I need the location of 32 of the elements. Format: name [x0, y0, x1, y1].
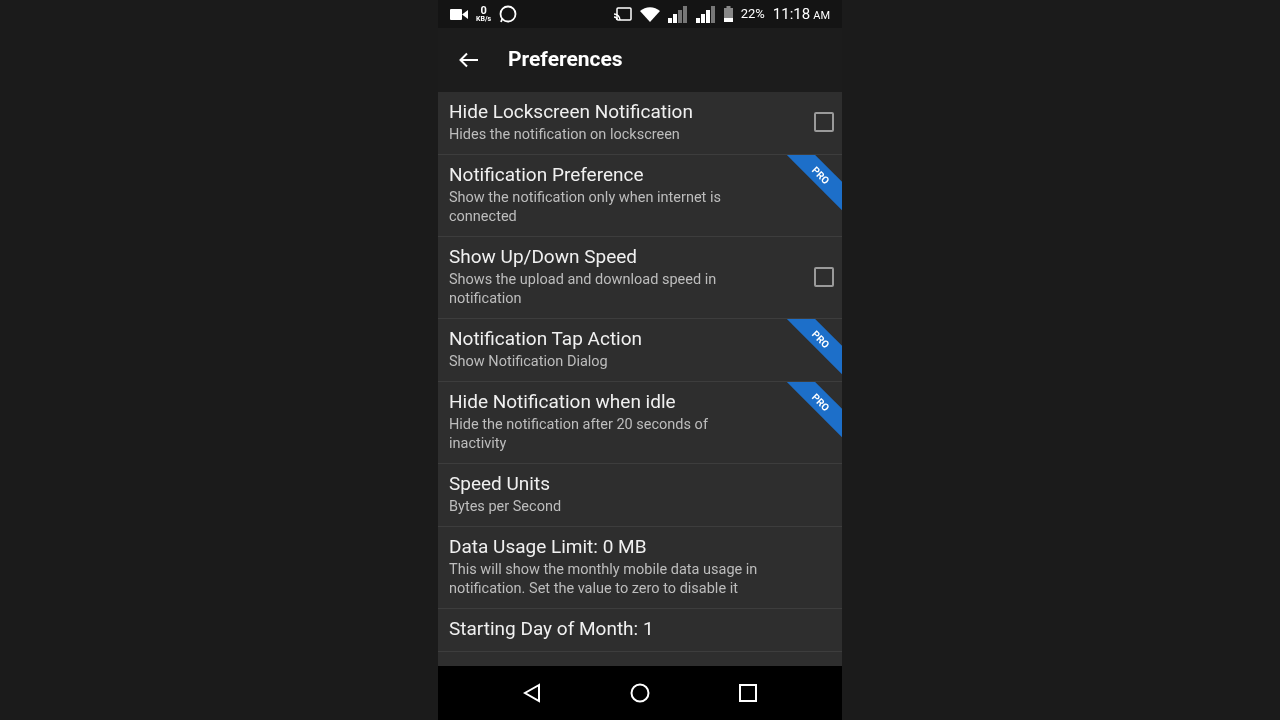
preference-summary: This will show the monthly mobile data usage in notification. Set the value to zero to disable it [449, 560, 759, 598]
signal-icon [695, 5, 716, 23]
battery-percent: 22% [740, 5, 765, 24]
preference-summary: Hide the notification after 20 seconds of inactivity [449, 415, 709, 453]
video-camera-icon [450, 8, 468, 20]
signal-icon [667, 5, 688, 23]
clock-ampm: AM [813, 7, 830, 24]
chat-bubble-icon [499, 5, 518, 23]
preference-title[interactable]: Data Usage Limit: 0 MB [449, 535, 794, 559]
clock-time: 11:18 [772, 3, 811, 25]
preference-title[interactable]: Hide Notification when idle [449, 390, 794, 414]
back-icon[interactable] [522, 683, 541, 703]
preference-title[interactable]: Notification Preference [449, 163, 794, 187]
recents-icon[interactable] [739, 684, 758, 702]
preference-summary: Bytes per Second [449, 497, 563, 516]
preference-title[interactable]: Speed Units [449, 472, 794, 496]
screen-title: Preferences [508, 46, 623, 74]
preference-summary: Show the notification only when internet is connected [449, 188, 722, 226]
cast-icon [613, 7, 632, 21]
preference-summary: Show Notification Dialog [449, 352, 609, 371]
preference-summary: Shows the upload and download speed in notification [449, 270, 718, 308]
checkbox[interactable] [814, 112, 834, 132]
preference-title[interactable]: Notification Tap Action [449, 327, 794, 351]
preference-summary: Hides the notification on lockscreen [449, 125, 681, 144]
preference-title[interactable]: Hide Lockscreen Notification [449, 100, 774, 124]
wifi-icon [639, 6, 660, 22]
preference-title[interactable]: Starting Day of Month: 1 [449, 617, 794, 641]
net-speed: 0 [480, 5, 487, 16]
battery-icon [723, 6, 733, 22]
home-icon[interactable] [630, 683, 650, 703]
checkbox[interactable] [814, 266, 834, 287]
preference-title[interactable]: Show Up/Down Speed [449, 245, 774, 269]
